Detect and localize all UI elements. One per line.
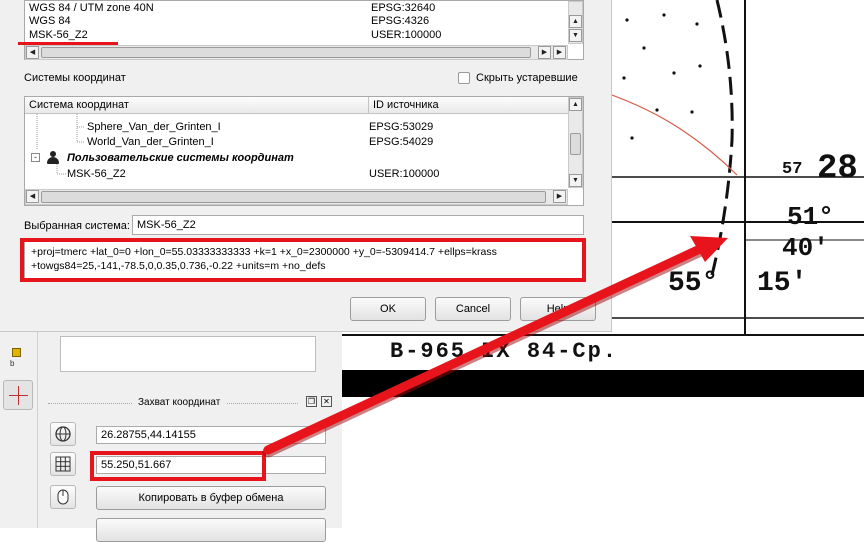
annotation-arrow	[262, 236, 728, 458]
